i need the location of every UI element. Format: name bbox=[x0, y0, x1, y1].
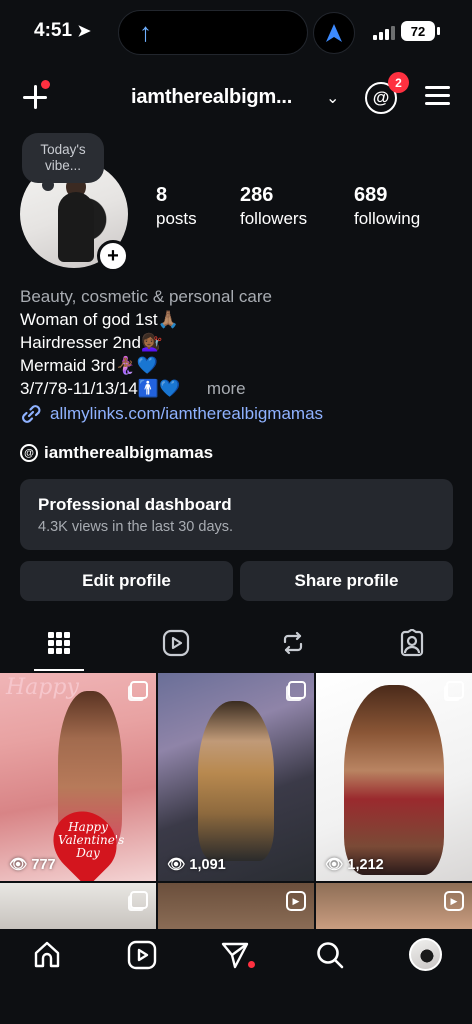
dashboard-title: Professional dashboard bbox=[38, 495, 232, 514]
posts-count[interactable]: 8 posts bbox=[156, 184, 197, 229]
view-count-value: 1,212 bbox=[347, 856, 384, 873]
post-thumbnail[interactable] bbox=[0, 883, 156, 929]
reposts-tab-icon[interactable] bbox=[278, 628, 308, 658]
note-bubble[interactable]: Today's vibe... bbox=[22, 133, 104, 191]
carousel-icon bbox=[130, 681, 148, 699]
reels-tab-icon[interactable] bbox=[161, 628, 191, 658]
direct-messages-icon[interactable] bbox=[219, 939, 251, 971]
messages-dot bbox=[248, 961, 255, 968]
navigation-icon bbox=[313, 12, 355, 54]
search-icon[interactable] bbox=[314, 939, 346, 971]
eye-icon: 👁 bbox=[325, 857, 344, 873]
followers-count[interactable]: 286 followers bbox=[240, 184, 307, 229]
post-thumbnail[interactable]: ▶ bbox=[316, 883, 472, 929]
more-link[interactable]: more bbox=[207, 379, 246, 398]
carousel-icon bbox=[288, 681, 306, 699]
notification-dot bbox=[41, 80, 50, 89]
threads-handle: iamtherealbigmamas bbox=[44, 443, 214, 462]
dashboard-subtitle: 4.3K views in the last 30 days. bbox=[38, 519, 234, 535]
profile-avatar-tab[interactable] bbox=[409, 938, 442, 971]
add-story-icon[interactable]: + bbox=[97, 240, 129, 272]
threads-badge: 2 bbox=[388, 72, 409, 93]
link-icon bbox=[22, 405, 41, 423]
eye-icon: 👁 bbox=[9, 857, 28, 873]
carousel-icon bbox=[446, 681, 464, 699]
bio-line: 3/7/78-11/13/14🚹💙 more bbox=[20, 377, 246, 400]
view-count: 👁 777 bbox=[9, 856, 56, 874]
stat-label: posts bbox=[156, 209, 197, 228]
posts-grid: Happy Happy Valentine's Day 👁 777 👁 1,091 … bbox=[0, 673, 472, 929]
status-time: 4:51 ➤ bbox=[34, 20, 91, 41]
reel-icon: ▶ bbox=[286, 891, 306, 911]
post-thumbnail[interactable]: 👁 1,212 bbox=[316, 673, 472, 881]
carousel-icon bbox=[130, 891, 148, 909]
home-icon[interactable] bbox=[31, 939, 63, 971]
tagged-tab-icon[interactable] bbox=[397, 628, 427, 658]
upload-arrow-icon: ↑ bbox=[139, 17, 152, 47]
view-count: 👁 1,091 bbox=[167, 856, 226, 874]
threads-small-icon: @ bbox=[20, 444, 38, 462]
cellular-signal-icon bbox=[373, 26, 395, 40]
link-text: allmylinks.com/iamtherealbigmamas bbox=[50, 404, 324, 423]
chevron-down-icon[interactable]: ⌄ bbox=[326, 88, 339, 108]
status-bar: 4:51 ➤ ↑ 72 bbox=[0, 0, 472, 64]
bottom-navigation bbox=[0, 929, 472, 1024]
eye-icon: 👁 bbox=[167, 857, 186, 873]
professional-dashboard[interactable]: Professional dashboard 4.3K views in the… bbox=[20, 479, 453, 550]
menu-icon[interactable] bbox=[425, 86, 450, 106]
threads-profile-link[interactable]: @ iamtherealbigmamas bbox=[20, 443, 213, 463]
account-switcher[interactable]: iamtherealbigm... bbox=[131, 86, 292, 109]
bio-line: Hairdresser 2nd💇🏾‍♀️ bbox=[20, 333, 163, 352]
dynamic-island: ↑ bbox=[118, 10, 308, 55]
post-thumbnail[interactable]: Happy Happy Valentine's Day 👁 777 bbox=[0, 673, 156, 881]
view-count: 👁 1,212 bbox=[325, 856, 384, 874]
profile-link[interactable]: allmylinks.com/iamtherealbigmamas bbox=[20, 403, 323, 425]
stat-value: 689 bbox=[354, 184, 388, 206]
stat-value: 286 bbox=[240, 184, 274, 206]
stat-value: 8 bbox=[156, 184, 168, 206]
bio-line: Mermaid 3rd🧜🏾‍♀️💙 bbox=[20, 356, 158, 375]
following-count[interactable]: 689 following bbox=[354, 184, 420, 229]
edit-profile-button[interactable]: Edit profile bbox=[20, 561, 233, 601]
view-count-value: 777 bbox=[31, 856, 56, 873]
profile-tabs bbox=[0, 620, 472, 672]
stat-label: followers bbox=[240, 209, 308, 228]
share-profile-button[interactable]: Share profile bbox=[240, 561, 453, 601]
heart-sticker-text: Happy Valentine's Day bbox=[58, 820, 125, 860]
battery-indicator: 72 bbox=[401, 21, 440, 41]
post-thumbnail[interactable]: 👁 1,091 bbox=[158, 673, 314, 881]
profile-header: iamtherealbigm... ⌄ @ 2 bbox=[0, 70, 472, 124]
post-thumbnail[interactable]: ▶ bbox=[158, 883, 314, 929]
reels-icon[interactable] bbox=[126, 939, 158, 971]
profile-category: Beauty, cosmetic & personal care bbox=[20, 287, 272, 306]
reel-icon: ▶ bbox=[444, 891, 464, 911]
bio-text: 3/7/78-11/13/14🚹💙 bbox=[20, 379, 181, 398]
stat-label: following bbox=[354, 209, 421, 228]
view-count-value: 1,091 bbox=[189, 856, 226, 873]
grid-tab-icon[interactable] bbox=[44, 628, 74, 658]
post-overlay-text: Happy bbox=[6, 675, 79, 700]
bio-line: Woman of god 1st🙏🏽 bbox=[20, 310, 179, 329]
active-tab-indicator bbox=[34, 669, 84, 671]
